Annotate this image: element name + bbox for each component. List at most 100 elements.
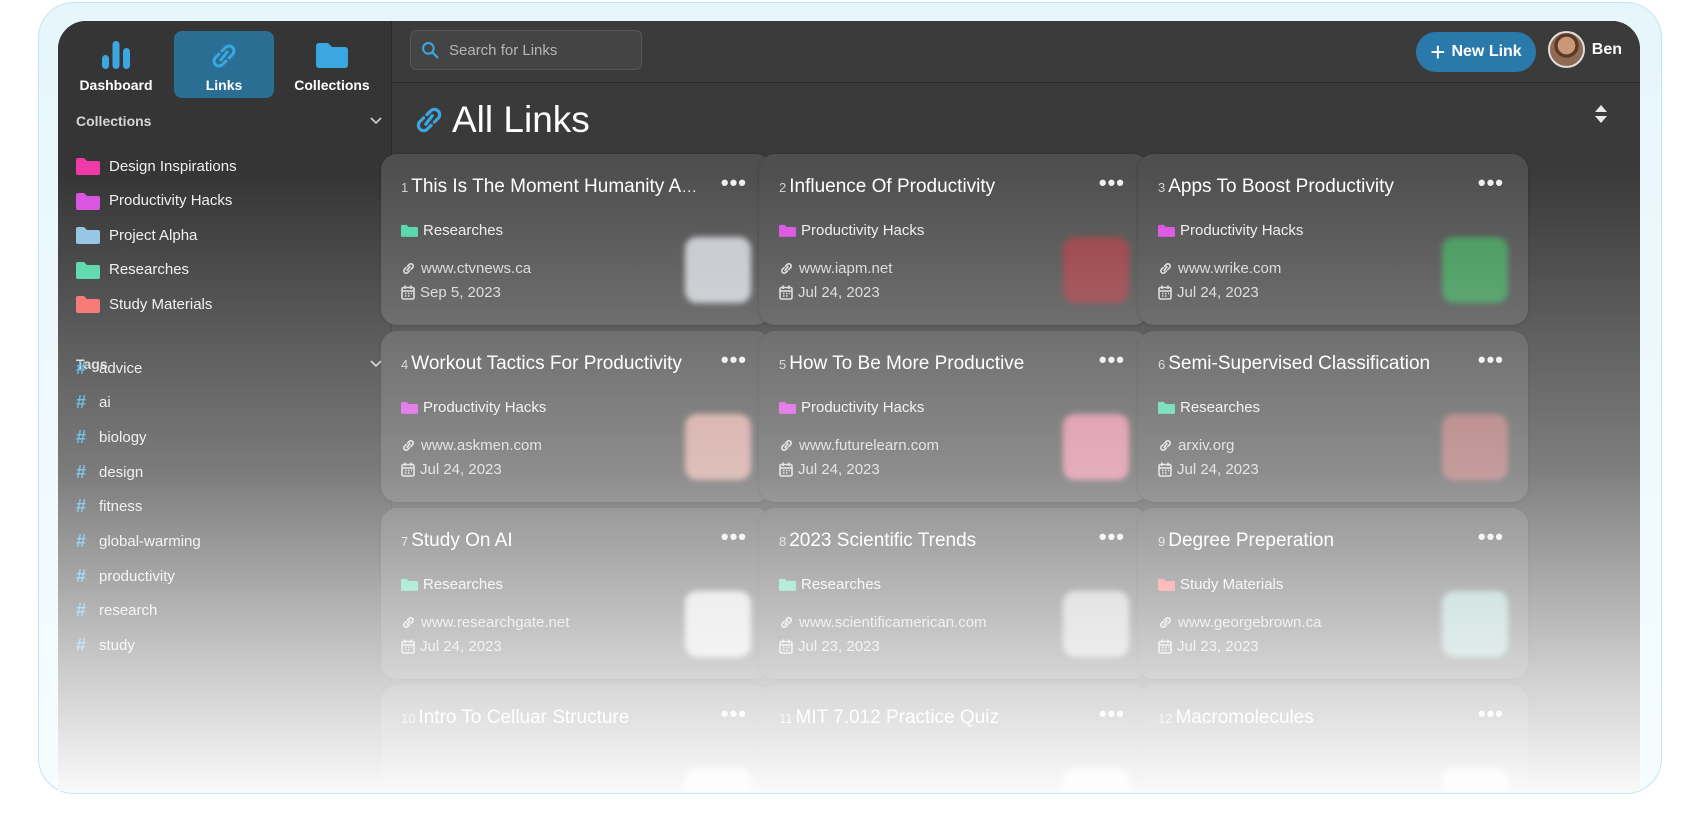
sidebar-collection-item[interactable]: Study Materials: [76, 289, 212, 319]
more-options-button[interactable]: •••: [1099, 701, 1125, 727]
sidebar-collection-item[interactable]: Design Inspirations: [76, 151, 237, 181]
link-card[interactable]: 1 This Is The Moment Humanity Alm... ••• Re…: [381, 154, 771, 325]
link-title: Semi-Supervised Classification: [1168, 353, 1431, 374]
sidebar-collection-item[interactable]: Productivity Hacks: [76, 186, 232, 216]
more-options-button[interactable]: •••: [721, 170, 747, 196]
link-collection-label: Researches: [1180, 399, 1261, 416]
more-options-button[interactable]: •••: [1099, 524, 1125, 550]
link-collection[interactable]: Productivity Hacks: [401, 399, 546, 416]
link-card[interactable]: 3 Apps To Boost Productivity ••• Productivi…: [1138, 154, 1528, 325]
link-card[interactable]: 8 2023 Scientific Trends ••• Researches www.…: [759, 508, 1149, 679]
link-card[interactable]: 11 MIT 7.012 Practice Quiz •••: [759, 685, 1149, 791]
link-url[interactable]: www.scientificamerican.com: [779, 614, 987, 631]
link-card[interactable]: 2 Influence Of Productivity ••• Productivit…: [759, 154, 1149, 325]
folder-icon: [76, 296, 100, 314]
sidebar-tag-item[interactable]: # design: [76, 457, 143, 487]
link-date: Jul 23, 2023: [1158, 638, 1259, 655]
link-title: MIT 7.012 Practice Quiz: [795, 707, 999, 728]
link-card[interactable]: 5 How To Be More Productive ••• Productivit…: [759, 331, 1149, 502]
link-title-row: 2 Influence Of Productivity: [779, 176, 1079, 198]
more-options-button[interactable]: •••: [1099, 170, 1125, 196]
sidebar-collection-item[interactable]: Researches: [76, 255, 189, 285]
link-title-row: 6 Semi-Supervised Classification: [1158, 353, 1458, 375]
sort-button[interactable]: [1594, 104, 1608, 129]
hash-icon: #: [76, 357, 87, 378]
link-url[interactable]: www.georgebrown.ca: [1158, 614, 1321, 631]
collections-section-toggle[interactable]: Collections: [76, 111, 382, 131]
hash-icon: #: [76, 461, 87, 482]
more-options-button[interactable]: •••: [1099, 347, 1125, 373]
link-collection[interactable]: Researches: [401, 576, 503, 593]
link-date: Jul 24, 2023: [401, 461, 502, 478]
link-card[interactable]: 9 Degree Preperation ••• Study Materials www…: [1138, 508, 1528, 679]
sidebar-tag-item[interactable]: # biology: [76, 422, 147, 452]
sidebar-tag-item[interactable]: # fitness: [76, 492, 142, 522]
more-options-button[interactable]: •••: [1478, 170, 1504, 196]
link-collection[interactable]: Study Materials: [1158, 576, 1283, 593]
nav-links-button[interactable]: Links: [174, 31, 274, 98]
link-url[interactable]: www.iapm.net: [779, 260, 892, 277]
sidebar-collection-item[interactable]: Project Alpha: [76, 220, 197, 250]
link-url[interactable]: www.ctvnews.ca: [401, 260, 531, 277]
link-url-text: www.georgebrown.ca: [1178, 614, 1322, 631]
user-menu[interactable]: Ben: [1547, 31, 1622, 68]
hash-icon: #: [76, 426, 87, 447]
link-collection[interactable]: Productivity Hacks: [1158, 222, 1303, 239]
topbar: + New Link Ben: [392, 21, 1640, 83]
link-url[interactable]: www.wrike.com: [1158, 260, 1281, 277]
new-link-button[interactable]: + New Link: [1416, 32, 1536, 72]
search-box[interactable]: [410, 30, 642, 70]
link-collection[interactable]: Productivity Hacks: [779, 222, 924, 239]
new-link-label: New Link: [1451, 43, 1522, 60]
folder-icon: [779, 224, 796, 237]
link-thumbnail: [1063, 237, 1129, 303]
link-icon: [403, 440, 414, 451]
sidebar-tag-item[interactable]: # advice: [76, 353, 142, 383]
sort-icon: [1595, 105, 1607, 123]
calendar-icon: [1158, 285, 1172, 300]
more-options-button[interactable]: •••: [1478, 347, 1504, 373]
link-collection[interactable]: Productivity Hacks: [779, 399, 924, 416]
link-thumbnail: [1063, 768, 1129, 791]
link-collection[interactable]: Researches: [779, 576, 881, 593]
hash-icon: #: [76, 531, 87, 551]
link-card[interactable]: 12 Macromolecules •••: [1138, 685, 1528, 791]
sidebar-tag-item[interactable]: # study: [76, 631, 135, 661]
link-card[interactable]: 4 Workout Tactics For Productivity ••• Prod…: [381, 331, 771, 502]
link-url[interactable]: www.askmen.com: [401, 437, 542, 454]
nav-collections-label: Collections: [294, 77, 370, 93]
link-title-row: 12 Macromolecules: [1158, 707, 1458, 729]
calendar-icon: [1158, 462, 1172, 477]
tag-label: ai: [99, 394, 111, 412]
link-thumbnail: [685, 237, 751, 303]
sidebar-tag-item[interactable]: # ai: [76, 388, 111, 418]
link-url[interactable]: www.futurelearn.com: [779, 437, 939, 454]
page-title: All Links: [452, 99, 590, 140]
sidebar-tag-item[interactable]: # research: [76, 596, 157, 626]
nav-collections-button[interactable]: Collections: [282, 31, 382, 98]
link-card[interactable]: 6 Semi-Supervised Classification ••• Resear…: [1138, 331, 1528, 502]
more-options-button[interactable]: •••: [721, 524, 747, 550]
link-title: How To Be More Productive: [789, 353, 1025, 374]
link-url[interactable]: www.researchgate.net: [401, 614, 569, 631]
link-collection[interactable]: Researches: [401, 222, 503, 239]
hash-icon: #: [76, 392, 87, 413]
sidebar-tag-item[interactable]: # global-warming: [76, 527, 201, 557]
more-options-button[interactable]: •••: [1478, 524, 1504, 550]
folder-icon: [1158, 578, 1175, 591]
link-number: 10: [401, 711, 416, 726]
more-options-button[interactable]: •••: [721, 701, 747, 727]
sidebar-tag-item[interactable]: # productivity: [76, 561, 175, 591]
more-options-button[interactable]: •••: [1478, 701, 1504, 727]
link-collection[interactable]: Researches: [1158, 399, 1260, 416]
sidebar: Dashboard Links Collections Collections: [58, 21, 392, 791]
tag-label: advice: [99, 359, 143, 377]
tag-label: study: [99, 637, 135, 655]
link-card[interactable]: 10 Intro To Celluar Structure •••: [381, 685, 771, 791]
link-card[interactable]: 7 Study On AI ••• Researches www.researchgat…: [381, 508, 771, 679]
link-url[interactable]: arxiv.org: [1158, 437, 1234, 454]
nav-dashboard-button[interactable]: Dashboard: [66, 31, 166, 98]
link-title: This Is The Moment Humanity Alm...: [411, 176, 701, 197]
more-options-button[interactable]: •••: [721, 347, 747, 373]
search-input[interactable]: [447, 40, 641, 60]
